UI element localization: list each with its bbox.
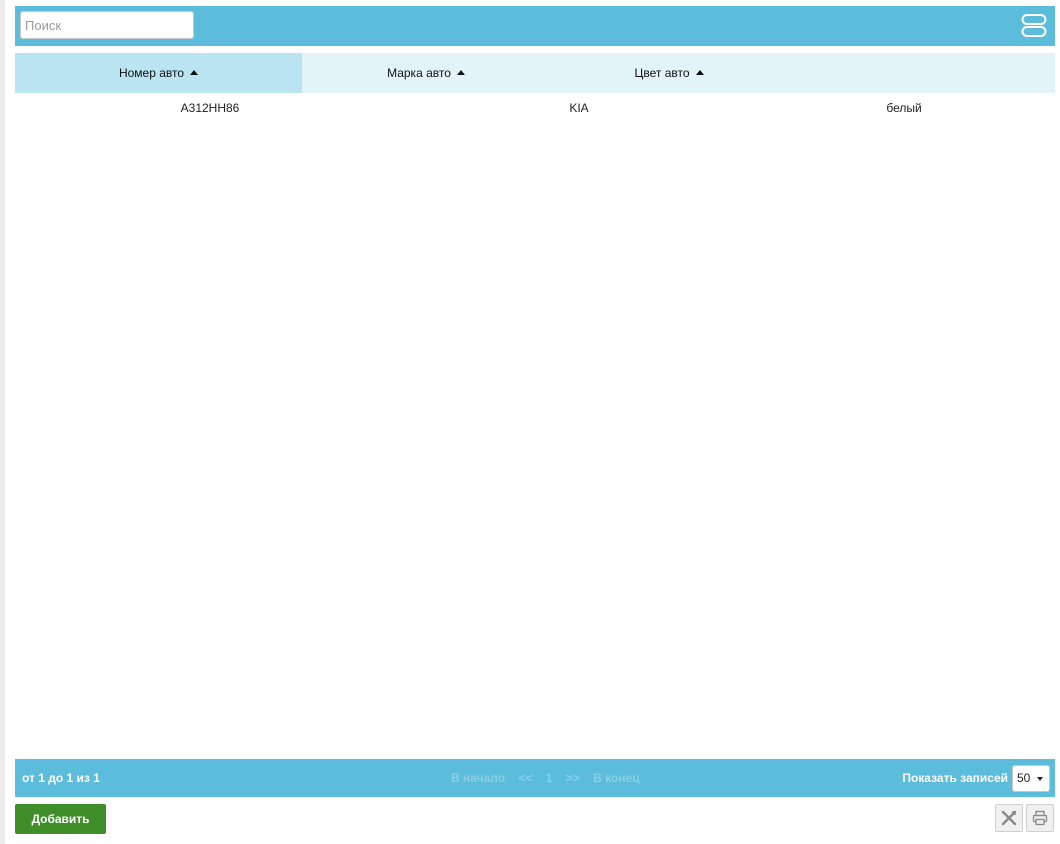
view-toggle-icon[interactable] [1021,13,1047,39]
sort-ascending-icon [695,70,704,75]
records-info: от 1 до 1 из 1 [22,771,100,785]
excel-export-button[interactable] [995,804,1023,832]
column-header-label: Цвет авто [634,66,690,80]
left-edge-strip [0,0,5,844]
pager-next-link[interactable]: >> [566,771,580,785]
cell-car-brand: KIA [569,101,589,115]
pager-page-link[interactable]: 1 [546,771,553,785]
pager-prev-link[interactable]: << [518,771,532,785]
column-header-number[interactable]: Номер авто [15,53,302,93]
pager-first-link[interactable]: В начало [451,771,505,785]
sort-ascending-icon [456,70,465,75]
table-toolbar [15,6,1055,46]
add-button[interactable]: Добавить [15,804,106,834]
pager-last-link[interactable]: В конец [593,771,639,785]
column-header-brand[interactable]: Марка авто [302,53,550,93]
column-header-color[interactable]: Цвет авто [550,53,788,93]
page-size-value: 50 [1017,771,1031,785]
search-input[interactable] [20,11,194,39]
print-button[interactable] [1026,804,1054,832]
table-header: Номер авто Марка авто Цвет авто [15,53,1055,93]
table-footer: от 1 до 1 из 1 В начало << 1 >> В конец … [15,759,1055,797]
page-size-select[interactable]: 50 [1012,765,1050,792]
cell-car-number: А312НН86 [180,101,240,115]
cell-car-color: белый [886,101,922,115]
column-header-label: Номер авто [118,66,185,80]
column-header-label: Марка авто [387,66,451,80]
page-size-label: Показать записей [902,771,1008,785]
sort-ascending-icon [190,70,199,75]
pagination: В начало << 1 >> В конец [451,759,650,797]
table-row[interactable]: А312НН86 KIA белый [15,97,1055,119]
chevron-down-icon [1037,777,1043,781]
